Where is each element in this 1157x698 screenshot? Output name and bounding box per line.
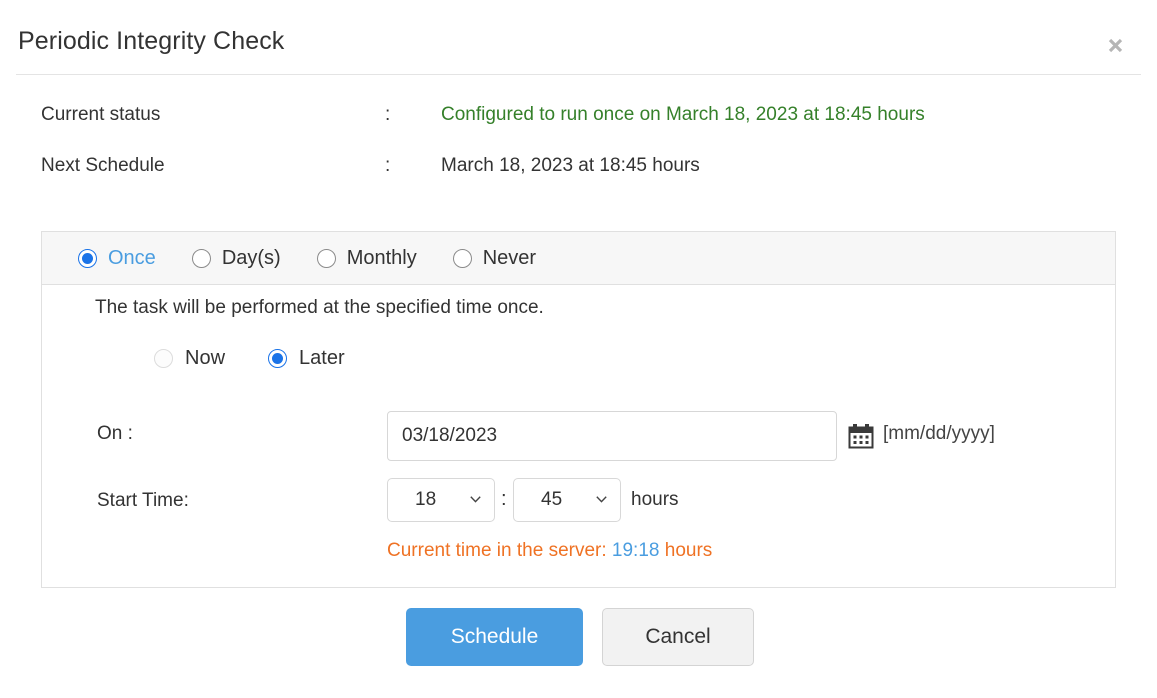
chevron-down-icon bbox=[596, 496, 607, 503]
frequency-tabs-bar: Once Day(s) Monthly Never bbox=[42, 232, 1115, 285]
frequency-option-never[interactable]: Never bbox=[453, 247, 536, 270]
hour-select-value: 18 bbox=[415, 489, 436, 511]
frequency-option-never-label: Never bbox=[483, 247, 536, 270]
header-divider bbox=[16, 74, 1141, 75]
radio-now[interactable] bbox=[154, 349, 173, 368]
radio-monthly[interactable] bbox=[317, 249, 336, 268]
next-schedule-value: March 18, 2023 at 18:45 hours bbox=[441, 155, 700, 177]
schedule-panel: Once Day(s) Monthly Never The task will … bbox=[41, 231, 1116, 588]
dialog-header: Periodic Integrity Check bbox=[0, 0, 1157, 75]
radio-never[interactable] bbox=[453, 249, 472, 268]
chevron-down-icon bbox=[470, 496, 481, 503]
next-schedule-row: Next Schedule : March 18, 2023 at 18:45 … bbox=[0, 149, 1157, 200]
server-time-prefix: Current time in the server: bbox=[387, 540, 612, 561]
current-status-label: Current status bbox=[41, 104, 160, 126]
frequency-option-monthly-label: Monthly bbox=[347, 247, 417, 270]
radio-later[interactable] bbox=[268, 349, 287, 368]
schedule-panel-body: The task will be performed at the specif… bbox=[42, 285, 1115, 587]
frequency-option-days[interactable]: Day(s) bbox=[192, 247, 281, 270]
frequency-radio-group: Once Day(s) Monthly Never bbox=[78, 232, 572, 285]
when-radio-group: Now Later bbox=[42, 347, 1115, 370]
server-time-note: Current time in the server: 19:18 hours bbox=[387, 540, 712, 562]
dialog-footer: Schedule Cancel bbox=[0, 608, 1157, 668]
server-time-value: 19:18 bbox=[612, 540, 660, 561]
server-time-suffix: hours bbox=[659, 540, 712, 561]
radio-once[interactable] bbox=[78, 249, 97, 268]
date-format-hint: [mm/dd/yyyy] bbox=[883, 423, 995, 445]
time-separator: : bbox=[501, 488, 507, 511]
when-option-now[interactable]: Now bbox=[154, 347, 225, 370]
current-status-row: Current status : Configured to run once … bbox=[0, 98, 1157, 149]
start-time-row: Start Time: 18 : 45 hours bbox=[42, 478, 1115, 522]
radio-days[interactable] bbox=[192, 249, 211, 268]
frequency-option-monthly[interactable]: Monthly bbox=[317, 247, 417, 270]
start-time-label: Start Time: bbox=[97, 490, 189, 512]
current-status-separator: : bbox=[385, 104, 390, 126]
close-x-glyph bbox=[1107, 37, 1124, 54]
frequency-option-once[interactable]: Once bbox=[78, 247, 156, 270]
when-option-now-label: Now bbox=[185, 347, 225, 370]
on-date-input[interactable] bbox=[387, 411, 837, 461]
minute-select[interactable]: 45 bbox=[513, 478, 621, 522]
page-title: Periodic Integrity Check bbox=[18, 27, 284, 56]
cancel-button[interactable]: Cancel bbox=[602, 608, 754, 666]
close-icon[interactable] bbox=[1100, 30, 1130, 60]
minute-select-value: 45 bbox=[541, 489, 562, 511]
task-description: The task will be performed at the specif… bbox=[95, 297, 544, 319]
schedule-button[interactable]: Schedule bbox=[406, 608, 583, 666]
frequency-option-once-label: Once bbox=[108, 247, 156, 270]
calendar-icon[interactable] bbox=[848, 423, 874, 449]
next-schedule-separator: : bbox=[385, 155, 390, 177]
current-status-value: Configured to run once on March 18, 2023… bbox=[441, 104, 925, 126]
on-date-label: On : bbox=[97, 423, 133, 445]
status-summary: Current status : Configured to run once … bbox=[0, 98, 1157, 200]
calendar-glyph bbox=[848, 423, 874, 449]
hour-select[interactable]: 18 bbox=[387, 478, 495, 522]
time-unit-label: hours bbox=[631, 489, 679, 511]
frequency-option-days-label: Day(s) bbox=[222, 247, 281, 270]
when-option-later[interactable]: Later bbox=[268, 347, 345, 370]
when-option-later-label: Later bbox=[299, 347, 345, 370]
periodic-integrity-check-dialog: Periodic Integrity Check Current status … bbox=[0, 0, 1157, 698]
on-date-row: On : [mm/dd/y bbox=[42, 411, 1115, 461]
next-schedule-label: Next Schedule bbox=[41, 155, 165, 177]
